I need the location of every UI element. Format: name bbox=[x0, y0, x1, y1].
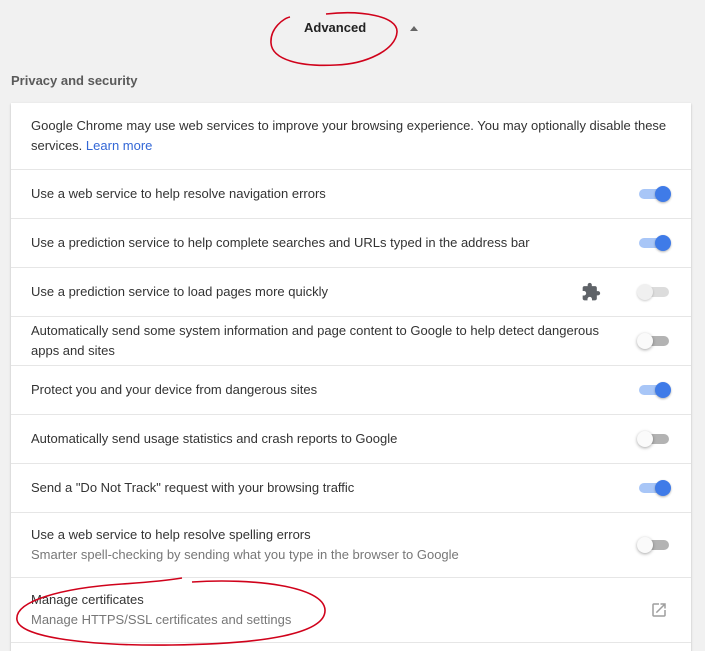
advanced-label: Advanced bbox=[304, 20, 367, 35]
usage-stats-toggle[interactable] bbox=[637, 431, 671, 447]
spelling-toggle[interactable] bbox=[637, 537, 671, 553]
setting-label: Use a prediction service to load pages m… bbox=[31, 284, 328, 299]
setting-label: Send a "Do Not Track" request with your … bbox=[31, 480, 355, 495]
manage-certificates-row[interactable]: Manage certificates Manage HTTPS/SSL cer… bbox=[11, 578, 691, 643]
privacy-security-card: Google Chrome may use web services to im… bbox=[11, 103, 691, 651]
setting-label: Automatically send some system informati… bbox=[31, 323, 600, 358]
setting-label: Protect you and your device from dangero… bbox=[31, 382, 318, 397]
protect-device-toggle[interactable] bbox=[637, 382, 671, 398]
intro-row: Google Chrome may use web services to im… bbox=[11, 103, 691, 170]
do-not-track-toggle[interactable] bbox=[637, 480, 671, 496]
setting-sublabel: Smarter spell-checking by sending what y… bbox=[31, 547, 459, 562]
certificates-subtitle: Manage HTTPS/SSL certificates and settin… bbox=[31, 612, 292, 627]
setting-row-prediction-load[interactable]: Use a prediction service to load pages m… bbox=[11, 268, 691, 317]
setting-label: Automatically send usage statistics and … bbox=[31, 431, 398, 446]
advanced-toggle[interactable]: Advanced bbox=[304, 20, 419, 35]
certificates-text-block: Manage certificates Manage HTTPS/SSL cer… bbox=[31, 590, 650, 630]
annotation-oval-advanced bbox=[270, 12, 398, 67]
open-external-icon[interactable] bbox=[650, 601, 668, 619]
setting-row-prediction-search[interactable]: Use a prediction service to help complet… bbox=[11, 219, 691, 268]
section-title: Privacy and security bbox=[11, 73, 138, 88]
setting-row-protect-device[interactable]: Protect you and your device from dangero… bbox=[11, 366, 691, 415]
intro-text-block: Google Chrome may use web services to im… bbox=[31, 116, 671, 156]
settings-page: Advanced Privacy and security Google Chr… bbox=[0, 0, 705, 651]
setting-row-spelling[interactable]: Use a web service to help resolve spelli… bbox=[11, 513, 691, 578]
navigation-errors-toggle[interactable] bbox=[637, 186, 671, 202]
setting-row-safe-browsing-reports[interactable]: Automatically send some system informati… bbox=[11, 317, 691, 366]
safe-browsing-reports-toggle[interactable] bbox=[637, 333, 671, 349]
certificates-title: Manage certificates bbox=[31, 592, 144, 607]
setting-text-block: Use a web service to help resolve spelli… bbox=[31, 525, 625, 565]
arrow-up-icon bbox=[410, 26, 419, 31]
puzzle-icon[interactable] bbox=[581, 282, 601, 302]
prediction-search-toggle[interactable] bbox=[637, 235, 671, 251]
setting-row-usage-stats[interactable]: Automatically send usage statistics and … bbox=[11, 415, 691, 464]
setting-label: Use a web service to help resolve naviga… bbox=[31, 186, 326, 201]
setting-label: Use a prediction service to help complet… bbox=[31, 235, 530, 250]
learn-more-link[interactable]: Learn more bbox=[86, 138, 152, 153]
setting-row-navigation-errors[interactable]: Use a web service to help resolve naviga… bbox=[11, 170, 691, 219]
setting-label: Use a web service to help resolve spelli… bbox=[31, 527, 311, 542]
prediction-load-toggle[interactable] bbox=[637, 284, 671, 300]
setting-row-do-not-track[interactable]: Send a "Do Not Track" request with your … bbox=[11, 464, 691, 513]
